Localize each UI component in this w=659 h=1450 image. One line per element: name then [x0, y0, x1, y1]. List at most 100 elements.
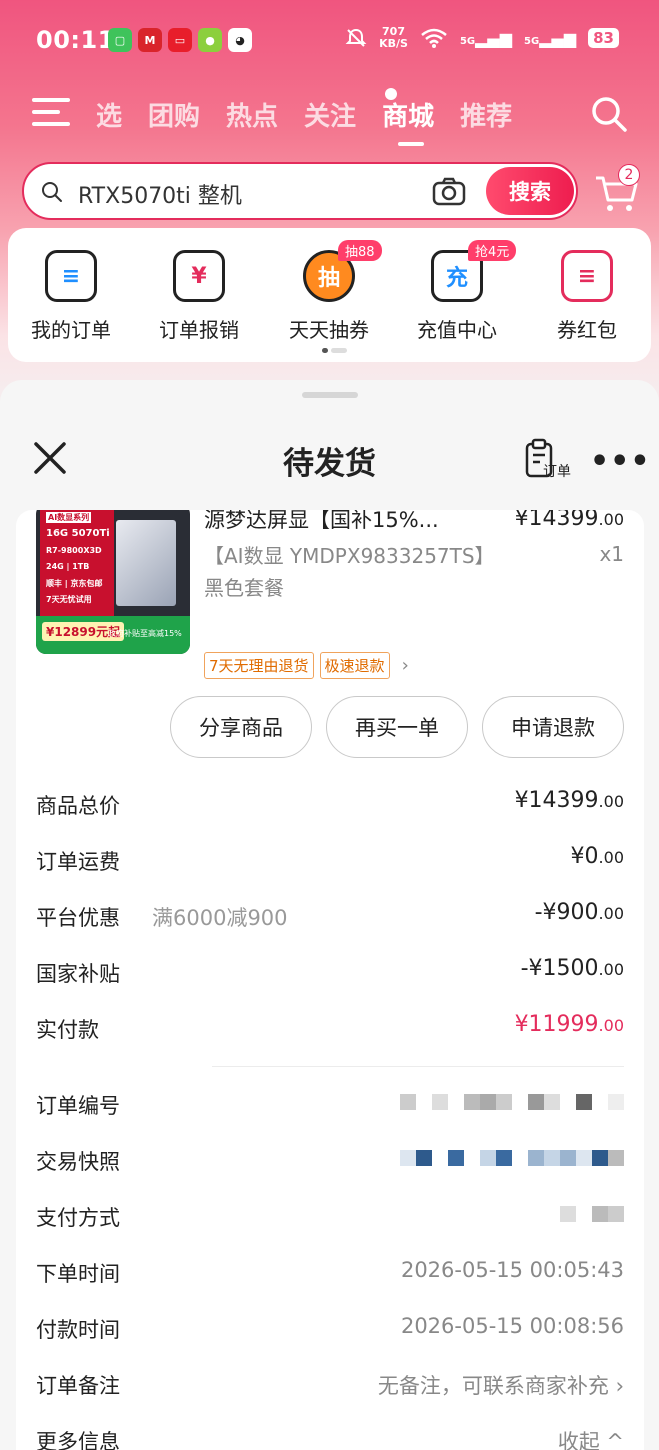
net-speed: 707 KB/S — [379, 26, 408, 50]
order-icon-label: 订单 — [543, 464, 571, 480]
price-summary: 商品总价 ¥14399.00 订单运费 ¥0.00 平台优惠 满6000减900… — [36, 780, 624, 1060]
menu-icon[interactable] — [32, 98, 70, 128]
value-main: -¥1500 — [520, 956, 599, 981]
search-button[interactable]: 搜索 — [486, 167, 574, 215]
row-value: -¥1500.00 — [521, 956, 624, 981]
row-pay-time: 付款时间 2026-05-15 00:08:56 — [36, 1304, 624, 1360]
shortcut-reimburse[interactable]: ¥ 订单报销 — [144, 250, 254, 343]
camera-icon[interactable] — [432, 176, 466, 206]
product-tags[interactable]: 7天无理由退货 极速退款 › — [204, 652, 409, 679]
shortcut-daily-draw[interactable]: 抽 天天抽券 — [274, 250, 384, 343]
row-order-number[interactable]: 订单编号 — [36, 1080, 624, 1136]
tab-notification-dot — [385, 88, 397, 100]
image-mem: 24G | 1TB — [46, 562, 90, 571]
image-ship: 顺丰 | 京东包邮 — [46, 579, 103, 588]
chevron-right-icon: › — [401, 655, 409, 676]
image-trial: 7天无忧试用 — [46, 595, 92, 604]
nav-tabs: 选 团购 热点 关注 商城 推荐 — [96, 96, 512, 146]
product-image[interactable]: AI数显系列 16G 5070Ti R7-9800X3D 24G | 1TB 顺… — [36, 510, 190, 654]
value-decimal: .00 — [598, 848, 624, 867]
product-title[interactable]: 源梦达屏显【国补15%... — [204, 510, 504, 536]
row-label: 更多信息 — [36, 1430, 120, 1450]
more-icon[interactable]: ••• — [590, 444, 651, 479]
tab-group-buy[interactable]: 团购 — [148, 96, 200, 133]
row-label: 实付款 — [36, 1018, 99, 1042]
shortcut-recharge[interactable]: 充 充值中心 — [402, 250, 512, 343]
value-main: ¥14399 — [514, 788, 599, 813]
search-bar[interactable]: RTX5070ti 整机 搜索 — [22, 162, 578, 220]
shortcut-card: ≡ 我的订单 ¥ 订单报销 抽 天天抽券 抽88 充 充值中心 抢4元 ≡ 券红… — [8, 228, 651, 362]
product-price-decimal: .00 — [598, 510, 624, 529]
bank-app-icon: M — [138, 28, 162, 52]
cart-badge: 2 — [618, 164, 640, 186]
sheet-drag-handle[interactable] — [302, 392, 358, 398]
buy-again-button[interactable]: 再买一单 — [326, 696, 468, 758]
row-order-remark[interactable]: 订单备注 无备注，可联系商家补充 › — [36, 1360, 624, 1416]
row-platform-discount: 平台优惠 满6000减900 -¥900.00 — [36, 892, 624, 948]
product-price: ¥14399.00 — [515, 510, 624, 531]
tab-featured[interactable]: 选 — [96, 96, 122, 133]
wifi-icon — [421, 28, 447, 48]
shopping-app-icon: ▭ — [168, 28, 192, 52]
order-detail-card: AI数显系列 16G 5070Ti R7-9800X3D 24G | 1TB 顺… — [16, 510, 644, 1450]
image-promo: 政府补贴至高减15% — [108, 629, 182, 638]
value-decimal: .00 — [598, 960, 624, 979]
recharge-badge: 抢4元 — [468, 240, 517, 261]
row-label: 平台优惠 — [36, 906, 120, 930]
row-label: 国家补贴 — [36, 962, 120, 986]
shortcut-label: 券红包 — [557, 318, 617, 342]
row-label: 交易快照 — [36, 1150, 120, 1174]
order-actions: 分享商品 再买一单 申请退款 — [170, 696, 624, 758]
row-trade-snapshot[interactable]: 交易快照 — [36, 1136, 624, 1192]
tab-following[interactable]: 关注 — [304, 96, 356, 133]
battery-level: 83 — [588, 28, 619, 48]
signal-1-icon: 5G▂▄▆ — [459, 28, 513, 48]
status-indicators: 707 KB/S 5G▂▄▆ 5G▂▄▆ 83 — [345, 26, 619, 50]
search-input[interactable]: RTX5070ti 整机 — [78, 178, 242, 210]
pc-tower-graphic — [116, 520, 176, 606]
tab-hot[interactable]: 热点 — [226, 96, 278, 133]
row-shipping: 订单运费 ¥0.00 — [36, 836, 624, 892]
row-label: 下单时间 — [36, 1262, 120, 1286]
row-value: ¥0.00 — [571, 844, 624, 869]
shortcut-label: 我的订单 — [31, 318, 111, 342]
signal-2-icon: 5G▂▄▆ — [524, 28, 577, 48]
row-label: 支付方式 — [36, 1206, 120, 1230]
tab-mall[interactable]: 商城 — [382, 96, 434, 146]
tab-recommend[interactable]: 推荐 — [460, 96, 512, 133]
search-input-icon — [42, 182, 62, 202]
row-subsidy: 国家补贴 -¥1500.00 — [36, 948, 624, 1004]
delivery-app-icon: ● — [198, 28, 222, 52]
redacted-value — [400, 1150, 624, 1166]
row-label: 付款时间 — [36, 1318, 120, 1342]
status-bar: 00:11 ▢ M ▭ ● ◕ 707 KB/S 5G▂▄▆ 5G▂▄▆ 83 — [0, 18, 659, 62]
sheet-header: 待发货 订单 ••• — [0, 420, 659, 500]
image-gpu: 16G 5070Ti — [46, 528, 110, 539]
search-icon[interactable] — [589, 94, 629, 134]
request-refund-button[interactable]: 申请退款 — [482, 696, 624, 758]
mute-bell-icon — [345, 28, 367, 47]
shortcut-label: 订单报销 — [159, 318, 239, 342]
order-info: 订单编号 交易快照 支付方式 下单时间 2026-05-15 00:05:43 — [36, 1080, 624, 1450]
redacted-value — [560, 1206, 624, 1222]
image-badge: AI数显系列 — [46, 512, 92, 523]
row-order-time: 下单时间 2026-05-15 00:05:43 — [36, 1248, 624, 1304]
return-policy-tag: 7天无理由退货 — [204, 652, 314, 679]
image-cpu: R7-9800X3D — [46, 546, 102, 555]
row-label: 订单运费 — [36, 850, 120, 874]
shortcut-my-orders[interactable]: ≡ 我的订单 — [16, 250, 126, 343]
row-label: 订单备注 — [36, 1374, 120, 1398]
notification-icons: ▢ M ▭ ● ◕ — [108, 28, 252, 52]
shortcut-pager — [322, 348, 347, 353]
net-speed-unit: KB/S — [379, 37, 408, 50]
coupon-icon: ≡ — [561, 250, 613, 302]
row-more-info[interactable]: 更多信息 收起 ^ — [36, 1416, 624, 1450]
status-time: 00:11 — [36, 26, 115, 54]
row-value: -¥900.00 — [535, 900, 624, 925]
value-main: ¥0 — [570, 844, 599, 869]
row-label: 订单编号 — [36, 1094, 120, 1118]
collapse-toggle[interactable]: 收起 ^ — [558, 1426, 624, 1450]
share-product-button[interactable]: 分享商品 — [170, 696, 312, 758]
message-app-icon: ▢ — [108, 28, 132, 52]
shortcut-coupons[interactable]: ≡ 券红包 — [532, 250, 642, 343]
